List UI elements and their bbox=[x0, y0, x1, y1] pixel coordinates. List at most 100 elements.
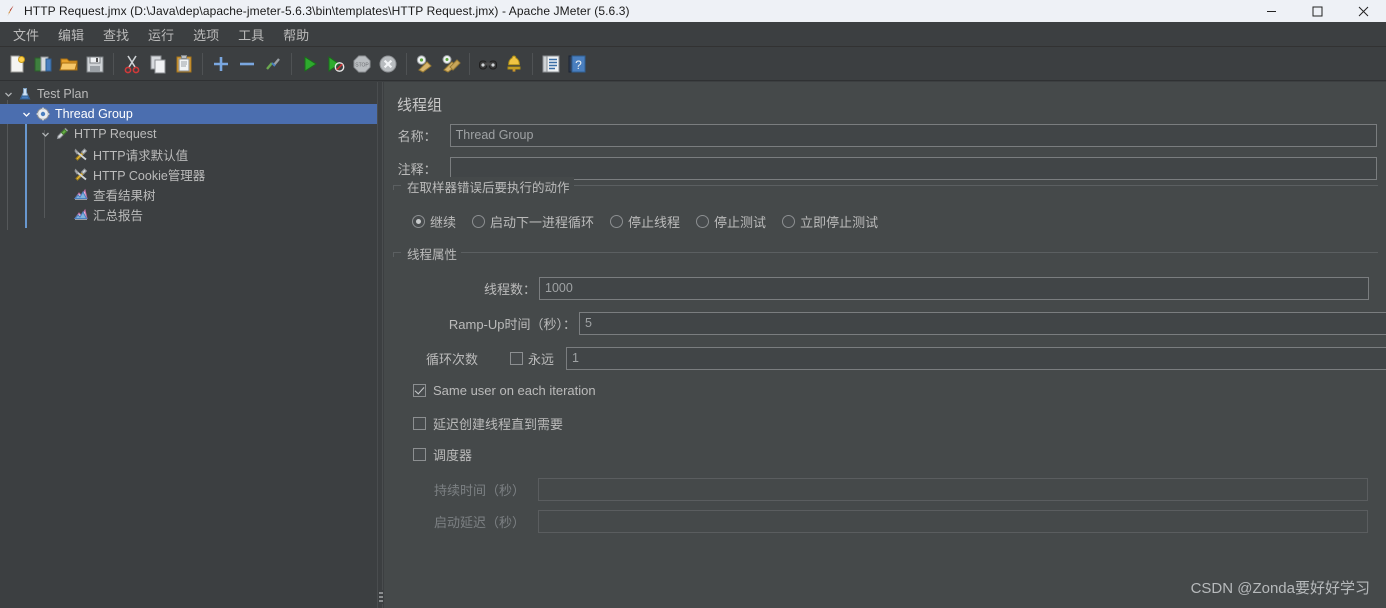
menu-file[interactable]: 文件 bbox=[5, 22, 47, 47]
toolbar-save[interactable] bbox=[82, 49, 108, 79]
chevron-down-icon[interactable] bbox=[18, 104, 34, 124]
radio-indicator[interactable] bbox=[412, 215, 425, 228]
maximize-icon[interactable] bbox=[1294, 0, 1340, 22]
toolbar-separator-1 bbox=[113, 52, 114, 75]
radio-indicator[interactable] bbox=[782, 215, 796, 228]
name-input[interactable]: Thread Group bbox=[449, 123, 1377, 147]
minimize-icon[interactable] bbox=[1248, 0, 1294, 22]
toolbar-separator-6 bbox=[532, 52, 533, 75]
toolbar-search[interactable] bbox=[475, 49, 501, 79]
toolbar-clear-all[interactable] bbox=[438, 49, 464, 79]
toolbar-separator-3 bbox=[291, 52, 292, 75]
delay-create-row[interactable]: 延迟创建线程直到需要 bbox=[413, 414, 563, 433]
toolbar-toggle[interactable] bbox=[260, 49, 286, 79]
tree-node-view-results-tree[interactable]: 查看结果树 bbox=[0, 184, 377, 204]
toolbar-open[interactable] bbox=[56, 49, 82, 79]
tree-node-http-defaults[interactable]: HTTP请求默认值 bbox=[0, 144, 377, 164]
startup-delay-label: 启动延迟（秒） bbox=[433, 514, 525, 530]
duration-label: 持续时间（秒） bbox=[433, 482, 525, 498]
thread-properties-group-title: 线程属性 bbox=[403, 244, 462, 263]
pane-splitter[interactable] bbox=[377, 82, 383, 608]
toolbar-collapse-all[interactable] bbox=[234, 49, 260, 79]
toolbar-shutdown[interactable] bbox=[375, 49, 401, 79]
toolbar: STOP ? bbox=[0, 47, 1386, 81]
loops-label: 循环次数 bbox=[426, 351, 479, 367]
scheduler-checkbox[interactable] bbox=[413, 448, 426, 461]
name-label: 名称： bbox=[397, 128, 437, 144]
radio-indicator[interactable] bbox=[472, 215, 486, 228]
menu-run[interactable]: 运行 bbox=[140, 22, 182, 47]
comment-input[interactable] bbox=[449, 156, 1377, 180]
rampup-input[interactable]: 5 bbox=[579, 311, 1386, 335]
tree-node-test-plan[interactable]: Test Plan bbox=[0, 84, 377, 104]
duration-row: 持续时间（秒） bbox=[397, 477, 1368, 501]
tree-node-label: HTTP Cookie管理器 bbox=[93, 168, 206, 183]
window-title: HTTP Request.jmx (D:\Java\dep\apache-jme… bbox=[24, 4, 630, 18]
chevron-down-icon[interactable] bbox=[0, 84, 16, 104]
toolbar-start[interactable] bbox=[297, 49, 323, 79]
svg-text:?: ? bbox=[575, 58, 582, 72]
toolbar-separator-2 bbox=[202, 52, 203, 75]
menu-edit[interactable]: 编辑 bbox=[50, 22, 92, 47]
menu-search[interactable]: 查找 bbox=[95, 22, 137, 47]
error-action-group-title: 在取样器错误后要执行的动作 bbox=[403, 177, 574, 196]
same-user-checkbox[interactable] bbox=[413, 384, 426, 397]
toolbar-stop[interactable]: STOP bbox=[349, 49, 375, 79]
menu-bar: 文件 编辑 查找 运行 选项 工具 帮助 bbox=[0, 22, 1386, 47]
radio-stop-test[interactable]: 停止测试 bbox=[696, 212, 766, 231]
close-icon[interactable] bbox=[1340, 0, 1386, 22]
tree-node-summary-report[interactable]: 汇总报告 bbox=[0, 204, 377, 224]
toolbar-reset-search[interactable] bbox=[501, 49, 527, 79]
test-plan-icon bbox=[16, 84, 34, 104]
rampup-row: Ramp-Up时间（秒）： 5 bbox=[426, 311, 1386, 335]
group-line-right bbox=[558, 185, 1378, 186]
tree-node-label: HTTP请求默认值 bbox=[93, 148, 189, 163]
radio-continue[interactable]: 继续 bbox=[412, 212, 456, 231]
threads-input[interactable]: 1000 bbox=[539, 276, 1369, 300]
radio-indicator[interactable] bbox=[610, 215, 624, 228]
menu-help[interactable]: 帮助 bbox=[275, 22, 317, 47]
delay-create-label: 延迟创建线程直到需要 bbox=[433, 417, 564, 432]
tree-node-http-cookie-manager[interactable]: HTTP Cookie管理器 bbox=[0, 164, 377, 184]
toolbar-new[interactable] bbox=[4, 49, 30, 79]
duration-input[interactable] bbox=[538, 477, 1368, 501]
same-user-row[interactable]: Same user on each iteration bbox=[413, 383, 596, 398]
toolbar-clear[interactable] bbox=[412, 49, 438, 79]
comment-label: 注释： bbox=[397, 161, 437, 177]
tree-node-thread-group[interactable]: Thread Group bbox=[0, 104, 377, 124]
toolbar-start-no-pauses[interactable] bbox=[323, 49, 349, 79]
toolbar-cut[interactable] bbox=[119, 49, 145, 79]
radio-stop-thread[interactable]: 停止线程 bbox=[610, 212, 680, 231]
error-action-radio-group: 继续 启动下一进程循环 停止线程 停止测试 立即停止测试 bbox=[412, 212, 878, 231]
forever-checkbox[interactable] bbox=[510, 351, 523, 365]
tree-node-label: 查看结果树 bbox=[93, 188, 156, 203]
tree: Test Plan Thread Group HTTP Request HTTP… bbox=[0, 82, 377, 224]
menu-tools[interactable]: 工具 bbox=[230, 22, 272, 47]
toolbar-expand-all[interactable] bbox=[208, 49, 234, 79]
startup-delay-input[interactable] bbox=[538, 509, 1368, 533]
toolbar-templates[interactable] bbox=[30, 49, 56, 79]
scheduler-row[interactable]: 调度器 bbox=[413, 445, 472, 464]
radio-start-next-loop[interactable]: 启动下一进程循环 bbox=[472, 212, 594, 231]
page-title: 线程组 bbox=[397, 97, 443, 114]
radio-label: 立即停止测试 bbox=[800, 215, 879, 230]
radio-stop-test-now[interactable]: 立即停止测试 bbox=[782, 212, 878, 231]
listener-icon bbox=[72, 204, 90, 224]
delay-create-checkbox[interactable] bbox=[413, 417, 426, 430]
loops-input[interactable]: 1 bbox=[566, 346, 1386, 370]
name-row: 名称： Thread Group bbox=[397, 123, 1377, 147]
test-plan-tree-panel[interactable]: Test Plan Thread Group HTTP Request HTTP… bbox=[0, 82, 377, 608]
group-line-left bbox=[393, 185, 401, 186]
radio-label: 启动下一进程循环 bbox=[490, 215, 595, 230]
menu-options[interactable]: 选项 bbox=[185, 22, 227, 47]
threads-label: 线程数： bbox=[483, 281, 536, 297]
loops-row: 循环次数 永远 1 bbox=[426, 346, 1386, 370]
chevron-down-icon[interactable] bbox=[37, 124, 53, 144]
splitter-grip[interactable] bbox=[379, 590, 383, 604]
toolbar-copy[interactable] bbox=[145, 49, 171, 79]
radio-indicator[interactable] bbox=[696, 215, 710, 228]
toolbar-function-helper[interactable] bbox=[538, 49, 564, 79]
tree-node-http-request[interactable]: HTTP Request bbox=[0, 124, 377, 144]
toolbar-help[interactable]: ? bbox=[564, 49, 590, 79]
toolbar-paste[interactable] bbox=[171, 49, 197, 79]
